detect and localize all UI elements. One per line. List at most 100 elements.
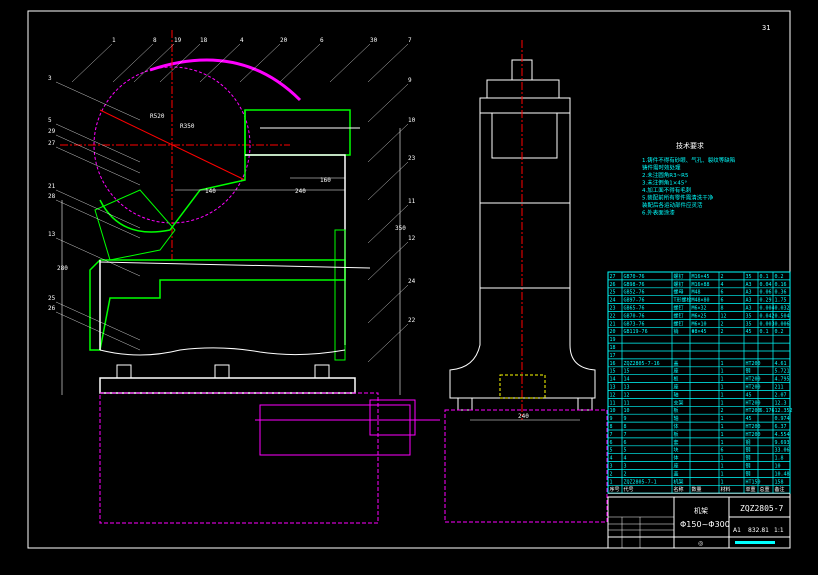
bom-row: 18 [608,345,790,352]
bom-cell: 0.032 [775,306,790,312]
dimension-text: 240 [295,188,306,195]
bom-cell: 25 [610,290,616,296]
bom-cell: 6 [721,448,724,454]
leader-line [239,43,281,83]
bom-cell: 12 [721,313,727,319]
bom-row: 10 10 板 2 HT2006.176 12.352 [608,407,793,415]
bom-cell: 211 [775,385,784,391]
balloon-6: 6 [320,37,324,44]
bom-row: 24 GB97-76 T形螺栓 M48×80 6 A3 0.29 1.75 [608,297,790,304]
bom-cell: 2 [721,408,724,414]
bom-cell: 15 [610,369,616,375]
bom-cell: 板 [674,407,679,414]
bom-cell: 3 [610,464,613,470]
bom-cell: 0.974 [775,416,790,422]
bom-header-cell: 代号 [624,486,634,493]
dimension-text: 140 [205,188,216,195]
bom-cell: 1.75 [775,298,787,304]
bom-row: 16 ZQZ2805-7-16 盖 1 HT200 4.61 [608,360,790,368]
front-view: 1 8 19 18 4 20 6 30 7935292721281023111312242225… [48,30,440,524]
bom-cell: 座 [674,368,679,375]
bom-header-cell: 备注 [775,486,785,493]
leader-line [133,43,175,83]
bom-cell: 1 [721,416,724,422]
balloon-22: 22 [408,317,416,324]
bom-cell: 45 [746,416,752,422]
bom-cell: 8 [721,306,724,312]
bom-cell: 座 [674,384,679,391]
bom-cell: 5.721 [775,369,790,375]
balloon-19: 19 [174,37,182,44]
bom-cell: 6 [624,440,627,446]
bom-cell: M48×80 [692,298,710,304]
bom-cell: 19 [610,337,616,343]
bom-cell: 块 [674,447,679,454]
side-plate [334,229,346,361]
leader-line [55,301,141,341]
bom-row: 20 GB119-76 销 Φ8×45 2 45 0.1 0.2 [608,328,790,336]
balloon-29: 29 [48,128,56,135]
bom-cell: 8 [610,424,613,430]
bom-cell: 10 [775,464,781,470]
bom-cell: 2.07 [775,392,787,398]
bom-cell: 2 [721,329,724,335]
bom-cell: 1 [721,369,724,375]
bom-cell: 钢 [746,447,751,454]
bom-cell: 螺钉 [674,273,684,280]
note-item: 2.未注圆角R3~R5 [642,171,689,179]
bom-cell: GB97-76 [624,298,645,304]
bom-cell: 14 [624,377,630,383]
bom-cell: 螺钉 [674,312,684,319]
balloon-12: 12 [408,235,416,242]
foundation-hidden [99,392,379,524]
notes-title: 技术要求 [676,141,704,150]
leader-line [367,123,409,163]
leader-line [367,284,409,324]
balloon-5: 5 [48,117,52,124]
bom-cell: 1 [721,385,724,391]
bom-cell: 9.693 [775,440,790,446]
bom-cell: 钢 [746,439,751,446]
bom-cell: 轴 [674,391,679,398]
bom-cell: 0.2 [775,329,784,335]
bom-row: 13 13 座 1 HT200 211 [608,384,790,391]
bom-row: 5 5 块 6 钢 33.06 [608,447,790,455]
bom-cell: GB52-76 [624,290,645,296]
jaw-block [94,189,176,261]
bom-cell: 18 [610,345,616,351]
balloon-23: 23 [408,155,416,162]
bom-cell: 24 [610,298,616,304]
bill-of-materials: 27 GB70-76 螺钉 M16×45 2 35 0.1 0.226 GB98-76 螺钉 M16… [607,271,793,494]
bom-cell: 1 [610,479,613,485]
note-item: 铸件需时效处理 [642,164,681,172]
bom-cell: 9 [610,416,613,422]
bom-cell: HT200 [746,408,761,414]
bom-cell: 2 [721,321,724,327]
leader-line [71,43,113,83]
scale-bar [735,541,775,544]
bom-cell: 盖 [674,360,679,367]
bom-cell: 螺母 [674,289,684,296]
bom-row: 9 9 轴 1 45 0.974 [608,415,790,423]
bom-cell: 1 [721,479,724,485]
leader-line [55,81,141,121]
bom-row: 3 3 座 1 钢 10 [608,463,790,470]
note-item: 3.未注倒角1×45° [642,179,687,187]
dim-base-width: 240 [518,413,529,420]
bom-cell: T形螺栓 [674,297,692,304]
bom-cell: 板 [674,431,679,438]
leader-line [55,146,141,186]
bom-header: 序号 代号 名称 数量 材料 单重 总重 备注 [608,486,790,494]
bom-cell: 16 [610,361,616,367]
drive-hidden [255,399,440,456]
bom-cell: 0.16 [775,282,787,288]
bom-cell: GB73-76 [624,321,645,327]
bom-row: 19 [608,337,790,344]
drawing-number: ZQZ2805-7 [740,504,784,513]
bom-cell: 35 [746,321,752,327]
dimension-text: 280 [57,265,68,272]
sheet-number: 31 [762,24,770,32]
balloon-7: 7 [408,37,412,44]
bom-cell: 11 [624,400,630,406]
dimension-text: R520 [150,113,165,120]
